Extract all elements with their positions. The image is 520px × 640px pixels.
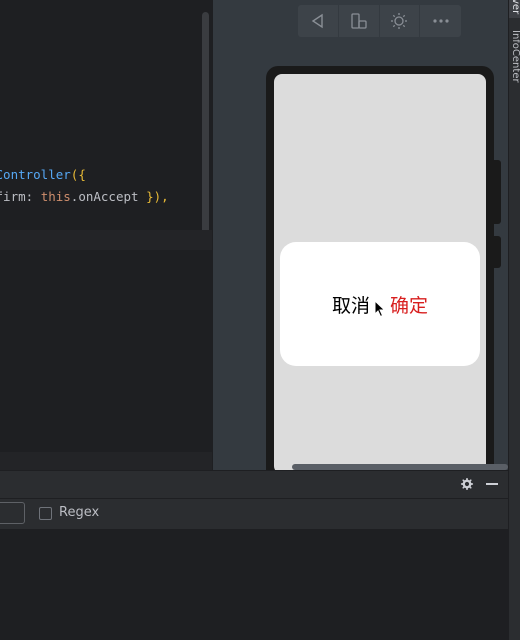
code-token: .onAccept — [70, 189, 147, 204]
mouse-cursor-icon — [374, 300, 386, 318]
brightness-button[interactable] — [380, 5, 421, 37]
tool-tab-label: ver — [510, 0, 520, 15]
editor-lower-pane[interactable] — [0, 250, 212, 470]
editor-divider — [0, 230, 212, 250]
cancel-button[interactable]: 取消 — [332, 291, 370, 318]
code-token: this — [40, 189, 71, 204]
more-button[interactable] — [420, 5, 461, 37]
confirm-button[interactable]: 确定 — [390, 291, 428, 318]
find-panel-header — [0, 470, 508, 498]
right-tool-strip: ver InfoCenter — [508, 0, 520, 640]
gear-icon[interactable] — [460, 477, 474, 491]
code-editor[interactable]: gController({ nfirm: this.onAccept }), — [0, 0, 212, 230]
back-button[interactable] — [298, 5, 339, 37]
tool-tab-infocenter[interactable]: InfoCenter — [510, 30, 520, 83]
rotate-device-button[interactable] — [339, 5, 380, 37]
search-input[interactable] — [0, 502, 25, 524]
device-side-button — [494, 160, 501, 224]
code-line: gController({ — [0, 167, 86, 182]
device-rotate-icon — [350, 13, 367, 29]
editor-scrollbar[interactable] — [202, 12, 209, 230]
code-token: nfirm: — [0, 189, 34, 204]
previewer-toolbar — [298, 5, 461, 37]
minimize-icon[interactable] — [486, 483, 498, 485]
code-token: ({ — [70, 167, 86, 182]
code-line: nfirm: this.onAccept }), — [0, 189, 169, 204]
more-icon — [433, 19, 449, 23]
regex-checkbox[interactable] — [39, 507, 52, 520]
code-token: }), — [146, 189, 169, 204]
find-results-area[interactable] — [0, 530, 508, 640]
code-token: gController — [0, 167, 71, 182]
previewer-panel: 取消 确定 — [212, 0, 508, 486]
device-side-button — [494, 236, 501, 268]
back-triangle-icon — [311, 13, 323, 29]
editor-lower-divider — [0, 452, 212, 470]
regex-label: Regex — [59, 505, 100, 520]
tool-tab-previewer[interactable]: ver — [509, 0, 520, 18]
brightness-icon — [391, 13, 408, 29]
